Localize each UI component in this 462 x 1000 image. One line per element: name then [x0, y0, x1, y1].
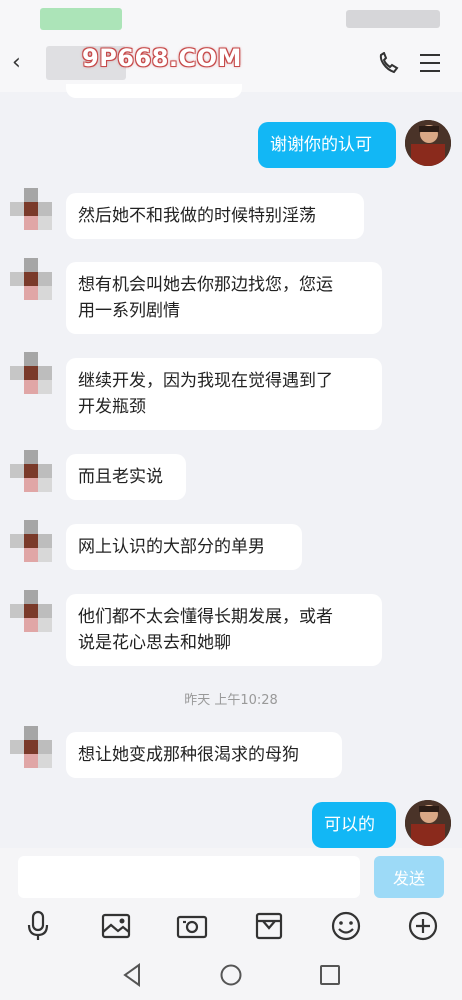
- contact-avatar[interactable]: [10, 726, 52, 768]
- message-text: 想让她变成那种很渴求的母狗: [78, 745, 299, 765]
- gift-box-icon[interactable]: [251, 908, 287, 944]
- phone-call-icon[interactable]: [376, 52, 402, 76]
- message-bubble-me[interactable]: 谢谢你的认可: [258, 122, 396, 168]
- message-timestamp: 昨天 上午10:28: [184, 693, 278, 708]
- message-bubble-contact[interactable]: 他们都不太会懂得长期发展，或者 说是花心思去和她聊: [66, 594, 382, 666]
- microphone-icon[interactable]: [20, 908, 56, 944]
- message-bubble-contact[interactable]: 继续开发，因为我现在觉得遇到了 开发瓶颈: [66, 358, 382, 430]
- message-text: 网上认识的大部分的单男: [78, 537, 265, 557]
- message-text-line: 继续开发，因为我现在觉得遇到了: [78, 371, 333, 391]
- message-text-line: 用一系列剧情: [78, 301, 180, 321]
- status-bar-right-blurred: [346, 10, 440, 28]
- contact-avatar[interactable]: [10, 258, 52, 300]
- status-bar-left-blurred: [40, 8, 122, 30]
- contact-avatar[interactable]: [10, 590, 52, 632]
- image-icon[interactable]: [98, 908, 134, 944]
- nav-recents-icon[interactable]: [318, 962, 342, 988]
- my-avatar[interactable]: [405, 800, 451, 846]
- contact-avatar[interactable]: [10, 450, 52, 492]
- emoji-icon[interactable]: [328, 908, 364, 944]
- nav-home-icon[interactable]: [219, 962, 243, 988]
- message-text: 可以的: [324, 815, 375, 835]
- plus-icon[interactable]: [405, 908, 441, 944]
- menu-icon[interactable]: [420, 54, 440, 78]
- watermark-text: 9P668.COM: [82, 44, 242, 72]
- message-bubble-contact[interactable]: 想有机会叫她去你那边找您，您运 用一系列剧情: [66, 262, 382, 334]
- back-arrow-icon[interactable]: ‹: [12, 50, 21, 75]
- input-toolbar: [0, 904, 462, 952]
- message-text-line: 他们都不太会懂得长期发展，或者: [78, 607, 333, 627]
- contact-avatar[interactable]: [10, 188, 52, 230]
- message-input[interactable]: [18, 856, 360, 898]
- nav-back-icon[interactable]: [120, 962, 144, 988]
- previous-message-bubble: [66, 84, 242, 98]
- message-bubble-contact[interactable]: 而且老实说: [66, 454, 186, 500]
- message-text: 然后她不和我做的时候特别淫荡: [78, 206, 316, 226]
- my-avatar[interactable]: [405, 120, 451, 166]
- message-text: 谢谢你的认可: [270, 135, 372, 155]
- message-text-line: 说是花心思去和她聊: [78, 633, 231, 653]
- message-text-line: 开发瓶颈: [78, 397, 146, 417]
- send-button[interactable]: 发送: [374, 856, 444, 898]
- message-text-line: 想有机会叫她去你那边找您，您运: [78, 275, 333, 295]
- message-bubble-me[interactable]: 可以的: [312, 802, 396, 848]
- message-bubble-contact[interactable]: 然后她不和我做的时候特别淫荡: [66, 193, 364, 239]
- message-bubble-contact[interactable]: 想让她变成那种很渴求的母狗: [66, 732, 342, 778]
- contact-avatar[interactable]: [10, 352, 52, 394]
- camera-icon[interactable]: [174, 908, 210, 944]
- message-bubble-contact[interactable]: 网上认识的大部分的单男: [66, 524, 302, 570]
- contact-avatar[interactable]: [10, 520, 52, 562]
- message-text: 而且老实说: [78, 467, 163, 487]
